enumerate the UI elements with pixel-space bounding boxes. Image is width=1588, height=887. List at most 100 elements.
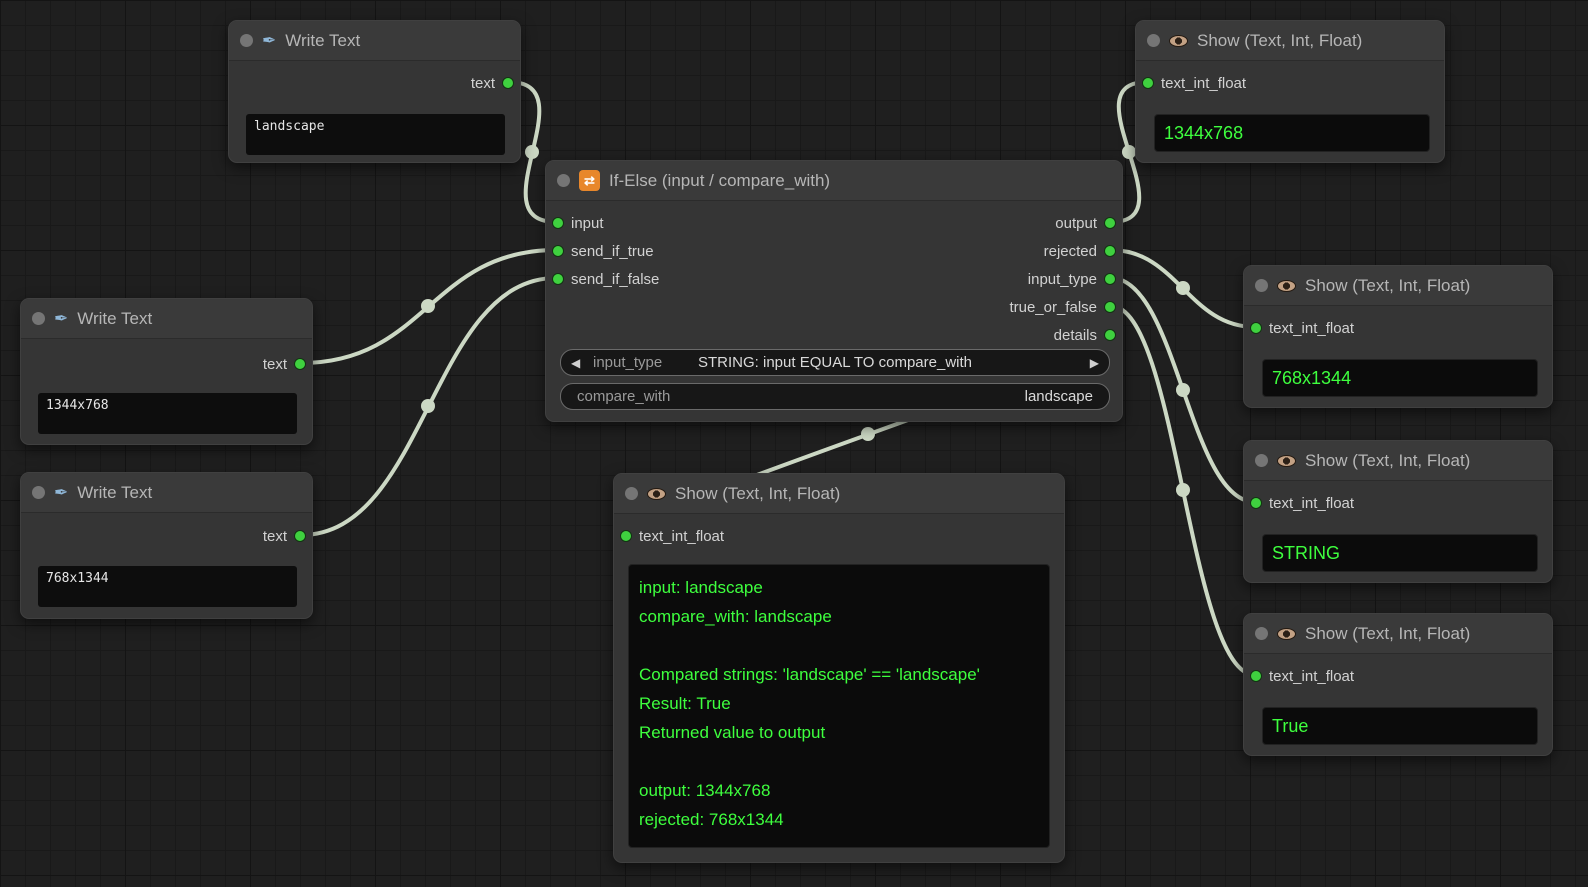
node-show-2[interactable]: Show (Text, Int, Float) text_int_float 7… xyxy=(1243,265,1553,408)
node-title-bar[interactable]: Show (Text, Int, Float) xyxy=(1244,614,1552,654)
compare-with-input[interactable]: compare_with landscape xyxy=(560,383,1110,410)
node-title-bar[interactable]: ✒ Write Text xyxy=(21,299,312,339)
collapse-dot[interactable] xyxy=(1255,627,1268,640)
eye-icon xyxy=(1277,455,1296,467)
port-dot[interactable] xyxy=(1251,671,1261,681)
link-midpoint[interactable] xyxy=(525,145,539,159)
port-label: true_or_false xyxy=(1009,299,1097,316)
port-label: input_type xyxy=(1028,271,1097,288)
input-type-combo[interactable]: ◀ input_type STRING: input EQUAL TO comp… xyxy=(560,349,1110,376)
port-label: rejected xyxy=(1044,243,1097,260)
port-label: details xyxy=(1054,327,1097,344)
output-port-input-type: input_type xyxy=(1028,269,1115,289)
port-label: text xyxy=(471,75,495,92)
link-midpoint[interactable] xyxy=(1176,383,1190,397)
link-midpoint[interactable] xyxy=(421,299,435,313)
combo-right-arrow-icon[interactable]: ▶ xyxy=(1090,350,1099,375)
port-label: text_int_float xyxy=(1269,495,1354,512)
port-label: text_int_float xyxy=(1269,668,1354,685)
display-line: output: 1344x768 xyxy=(639,776,1039,805)
port-dot[interactable] xyxy=(553,218,563,228)
link-midpoint[interactable] xyxy=(1176,281,1190,295)
display-line xyxy=(639,747,1039,776)
port-label: output xyxy=(1055,215,1097,232)
node-title: Show (Text, Int, Float) xyxy=(1305,276,1470,296)
input-port-send-if-true: send_if_true xyxy=(553,241,654,261)
pen-icon: ✒ xyxy=(54,309,68,329)
port-dot[interactable] xyxy=(1105,302,1115,312)
node-title: If-Else (input / compare_with) xyxy=(609,171,830,191)
node-title-bar[interactable]: ✒ Write Text xyxy=(229,21,520,61)
input-port-text-int-float: text_int_float xyxy=(1251,318,1354,338)
pen-icon: ✒ xyxy=(54,483,68,503)
port-dot[interactable] xyxy=(1251,498,1261,508)
port-dot[interactable] xyxy=(1105,246,1115,256)
show-display: STRING xyxy=(1262,534,1538,572)
node-write-text-3[interactable]: ✒ Write Text text 768x1344 xyxy=(20,472,313,619)
port-label: input xyxy=(571,215,604,232)
port-dot[interactable] xyxy=(553,246,563,256)
show-display-multiline: input: landscape compare_with: landscape… xyxy=(628,564,1050,848)
port-dot[interactable] xyxy=(553,274,563,284)
collapse-dot[interactable] xyxy=(1255,454,1268,467)
port-dot[interactable] xyxy=(1105,274,1115,284)
node-title-bar[interactable]: Show (Text, Int, Float) xyxy=(1244,441,1552,481)
text-value-input[interactable]: 1344x768 xyxy=(38,393,297,434)
port-dot[interactable] xyxy=(295,359,305,369)
display-line: Returned value to output xyxy=(639,718,1039,747)
node-title-bar[interactable]: ✒ Write Text xyxy=(21,473,312,513)
node-show-3[interactable]: Show (Text, Int, Float) text_int_float S… xyxy=(1243,440,1553,583)
port-dot[interactable] xyxy=(621,531,631,541)
text-value-input[interactable]: 768x1344 xyxy=(38,566,297,607)
show-display: True xyxy=(1262,707,1538,745)
show-display: 768x1344 xyxy=(1262,359,1538,397)
port-label: text_int_float xyxy=(1161,75,1246,92)
node-title-bar[interactable]: Show (Text, Int, Float) xyxy=(1136,21,1444,61)
node-write-text-2[interactable]: ✒ Write Text text 1344x768 xyxy=(20,298,313,445)
port-dot[interactable] xyxy=(1105,330,1115,340)
input-port-text-int-float: text_int_float xyxy=(1251,493,1354,513)
collapse-dot[interactable] xyxy=(240,34,253,47)
port-dot[interactable] xyxy=(295,531,305,541)
port-dot[interactable] xyxy=(1251,323,1261,333)
collapse-dot[interactable] xyxy=(32,312,45,325)
node-title: Show (Text, Int, Float) xyxy=(1305,624,1470,644)
collapse-dot[interactable] xyxy=(32,486,45,499)
port-dot[interactable] xyxy=(503,78,513,88)
node-title-bar[interactable]: Show (Text, Int, Float) xyxy=(614,474,1064,514)
collapse-dot[interactable] xyxy=(1147,34,1160,47)
node-write-text-1[interactable]: ✒ Write Text text landscape xyxy=(228,20,521,163)
output-port-details: details xyxy=(1054,325,1115,345)
display-line xyxy=(639,631,1039,660)
port-dot[interactable] xyxy=(1143,78,1153,88)
link-midpoint[interactable] xyxy=(861,427,875,441)
output-port-text: text xyxy=(263,526,305,546)
text-value-input[interactable]: landscape xyxy=(246,114,505,155)
eye-icon xyxy=(1277,280,1296,292)
widget-value: landscape xyxy=(561,384,1109,409)
node-canvas[interactable]: ✒ Write Text text landscape ✒ Write Text… xyxy=(0,0,1588,887)
port-label: send_if_false xyxy=(571,271,659,288)
port-dot[interactable] xyxy=(1105,218,1115,228)
collapse-dot[interactable] xyxy=(1255,279,1268,292)
collapse-dot[interactable] xyxy=(625,487,638,500)
node-if-else[interactable]: ⇄ If-Else (input / compare_with) input s… xyxy=(545,160,1123,422)
node-show-1[interactable]: Show (Text, Int, Float) text_int_float 1… xyxy=(1135,20,1445,163)
display-line: Compared strings: 'landscape' == 'landsc… xyxy=(639,660,1039,689)
node-show-4[interactable]: Show (Text, Int, Float) text_int_float T… xyxy=(1243,613,1553,756)
input-port-text-int-float: text_int_float xyxy=(1143,73,1246,93)
collapse-dot[interactable] xyxy=(557,174,570,187)
link-midpoint[interactable] xyxy=(1176,483,1190,497)
input-port-text-int-float: text_int_float xyxy=(621,526,724,546)
node-show-details[interactable]: Show (Text, Int, Float) text_int_float i… xyxy=(613,473,1065,863)
input-port-input: input xyxy=(553,213,604,233)
node-title-bar[interactable]: ⇄ If-Else (input / compare_with) xyxy=(546,161,1122,201)
combo-value: STRING: input EQUAL TO compare_with xyxy=(561,350,1109,375)
link-midpoint[interactable] xyxy=(421,399,435,413)
display-line: input: landscape xyxy=(639,573,1039,602)
port-label: text xyxy=(263,528,287,545)
node-title-bar[interactable]: Show (Text, Int, Float) xyxy=(1244,266,1552,306)
show-display: 1344x768 xyxy=(1154,114,1430,152)
link-midpoint[interactable] xyxy=(1122,145,1136,159)
display-line: Result: True xyxy=(639,689,1039,718)
